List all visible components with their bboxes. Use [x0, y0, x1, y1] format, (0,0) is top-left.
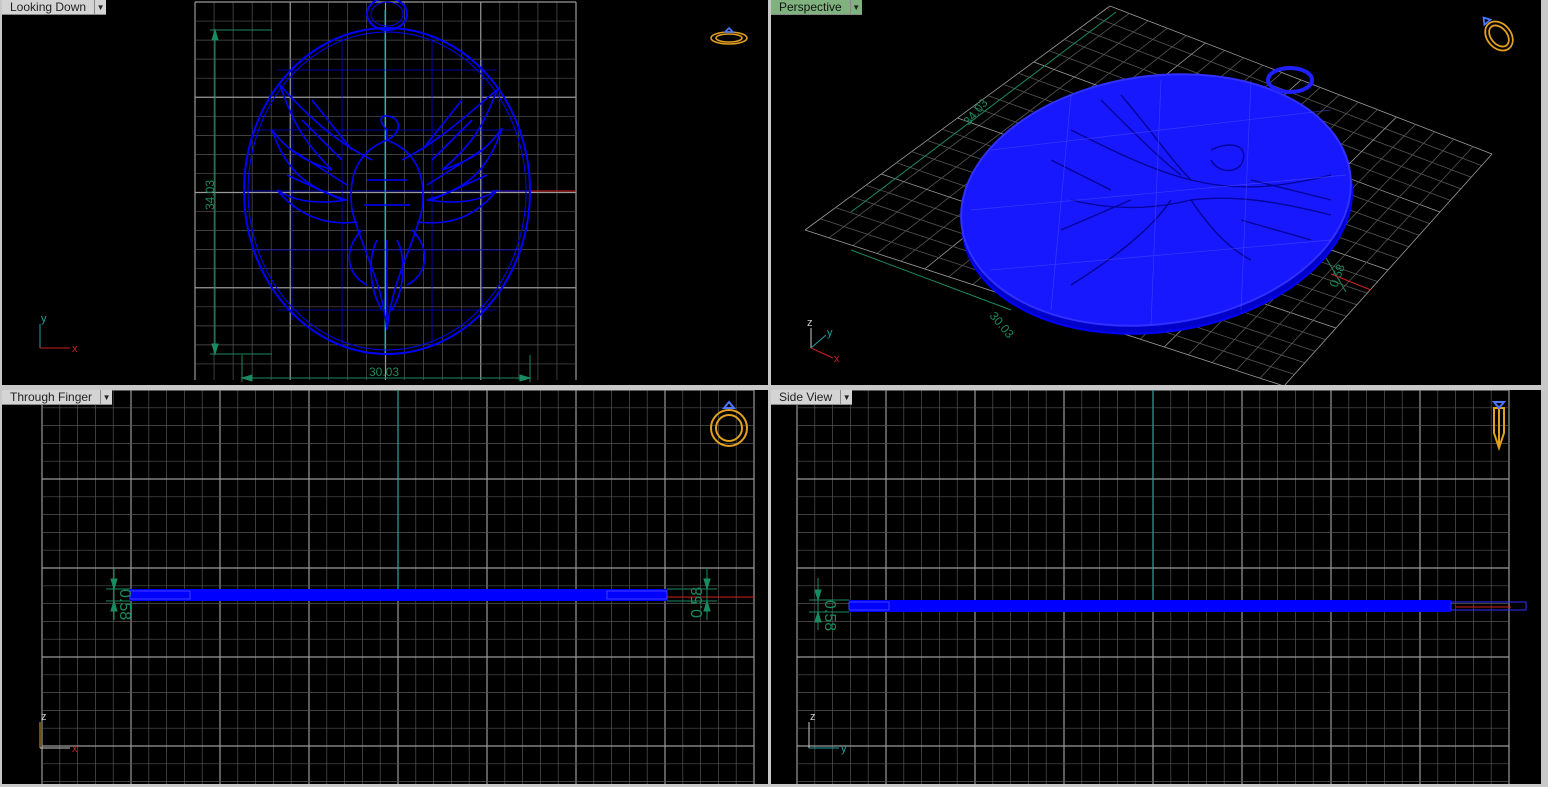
front-view-canvas[interactable]: 0.58 0.58 z x: [2, 390, 768, 784]
viewport-tab-through-finger[interactable]: Through Finger ▼: [2, 390, 113, 405]
viewport-label: Side View: [771, 390, 842, 405]
pendant-model[interactable]: [243, 0, 531, 355]
ring-icon[interactable]: [1491, 401, 1507, 452]
svg-text:x: x: [834, 353, 840, 365]
svg-text:0.58: 0.58: [1327, 262, 1348, 289]
viewport-tab-looking-down[interactable]: Looking Down ▼: [2, 0, 107, 15]
pendant-model[interactable]: [848, 600, 1527, 612]
viewport-tab-perspective[interactable]: Perspective ▼: [771, 0, 862, 15]
pendant-model[interactable]: [129, 589, 668, 601]
svg-text:y: y: [827, 327, 833, 339]
svg-text:z: z: [41, 711, 47, 723]
axis-indicator: z x: [39, 711, 78, 755]
axis-indicator: z y x: [807, 317, 840, 365]
ring-icon[interactable]: [1474, 10, 1518, 56]
side-view-canvas[interactable]: 0.58 z y: [771, 390, 1541, 784]
viewport-tab-side-view[interactable]: Side View ▼: [771, 390, 853, 405]
viewport-label: Perspective: [771, 0, 851, 15]
axis-indicator: y x: [39, 313, 78, 355]
svg-text:z: z: [807, 317, 813, 329]
svg-text:y: y: [841, 743, 847, 755]
svg-text:30.03: 30.03: [987, 309, 1017, 341]
viewport-side-view[interactable]: Side View ▼ 0.58 z y: [771, 390, 1541, 784]
viewport-label: Through Finger: [2, 390, 102, 405]
svg-text:z: z: [810, 711, 816, 723]
svg-text:x: x: [72, 343, 78, 355]
viewport-perspective[interactable]: Perspective ▼ 34.03 30.03 0.58 z y x: [771, 0, 1541, 385]
svg-text:y: y: [41, 313, 47, 325]
viewport-label: Looking Down: [2, 0, 96, 15]
top-view-canvas[interactable]: 34.03 30.03 y x: [2, 0, 768, 385]
viewport-menu-dropdown-icon[interactable]: ▼: [95, 0, 107, 15]
dimension-width-label: 30.03: [369, 365, 399, 379]
svg-text:0.58: 0.58: [116, 589, 133, 620]
phoenix-engraving: [271, 84, 503, 331]
viewport-menu-dropdown-icon[interactable]: ▼: [850, 0, 862, 15]
viewport-through-finger[interactable]: Through Finger ▼ 0.58 0.58 z x: [2, 390, 768, 784]
ring-icon[interactable]: [710, 26, 748, 45]
viewport-looking-down[interactable]: Looking Down ▼ 34.03 30.03 y x: [2, 0, 768, 385]
svg-text:0.58: 0.58: [821, 600, 838, 631]
dimension-height-label: 34.03: [203, 180, 217, 210]
ring-icon[interactable]: [710, 400, 748, 447]
svg-text:x: x: [72, 743, 78, 755]
svg-text:0.58: 0.58: [689, 587, 706, 618]
viewport-menu-dropdown-icon[interactable]: ▼: [101, 390, 113, 405]
perspective-view-canvas[interactable]: 34.03 30.03 0.58 z y x: [771, 0, 1541, 385]
pendant-model[interactable]: [945, 50, 1369, 358]
viewport-menu-dropdown-icon[interactable]: ▼: [841, 390, 853, 405]
